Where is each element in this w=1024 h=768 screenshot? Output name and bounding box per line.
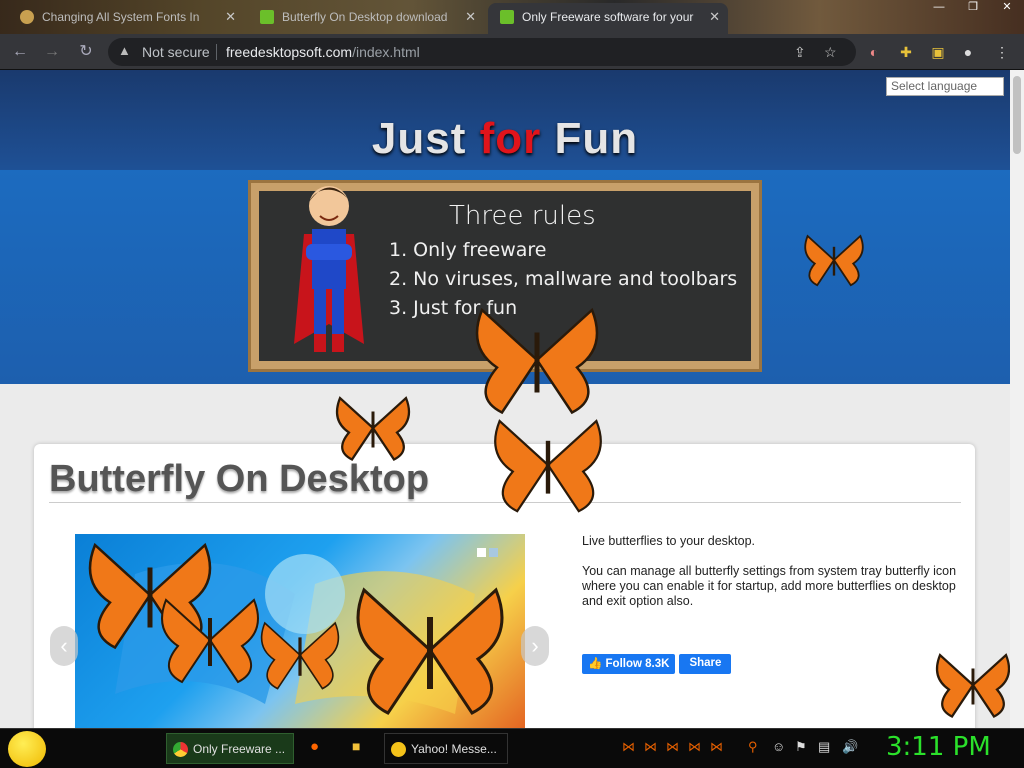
- facebook-buttons: 👍 Follow 8.3K Share: [582, 654, 732, 674]
- volume-icon[interactable]: 🔊: [842, 739, 858, 755]
- slide-dot[interactable]: [477, 548, 486, 557]
- address-bar[interactable]: ▲ Not secure freedesktopsoft.com/index.h…: [108, 38, 856, 66]
- product-description: Live butterflies to your desktop. You ca…: [582, 534, 962, 624]
- banner-title: Just for Fun: [0, 114, 1010, 164]
- menu-kebab-icon[interactable]: ⋮: [992, 42, 1012, 62]
- tab-butterfly-download[interactable]: Butterfly On Desktop download ✕: [248, 3, 484, 34]
- board-heading: Three rules: [449, 201, 596, 231]
- url-domain: freedesktopsoft.com: [226, 44, 353, 60]
- tab-strip: Changing All System Fonts In ✕ Butterfly…: [0, 0, 1024, 34]
- network-icon[interactable]: ▤: [818, 739, 830, 755]
- restore-icon[interactable]: ❐: [956, 0, 990, 16]
- slider-dots[interactable]: [477, 544, 501, 562]
- side-panel-icon[interactable]: ▣: [928, 42, 948, 62]
- start-button-smiley-icon[interactable]: [8, 731, 46, 767]
- tab-title: Only Freeware software for your: [522, 10, 694, 24]
- action-center-flag-icon[interactable]: ⚑: [795, 739, 807, 755]
- taskbar-item-yahoo[interactable]: Yahoo! Messe...: [384, 733, 508, 764]
- screenshot-slider[interactable]: [75, 534, 525, 728]
- page-scrollbar[interactable]: [1010, 70, 1024, 728]
- description-line: Live butterflies to your desktop.: [582, 534, 756, 548]
- back-arrow-icon[interactable]: ←: [10, 42, 30, 62]
- banner-title-part: Just: [371, 114, 480, 163]
- taskbar-item-label: Yahoo! Messe...: [411, 742, 497, 756]
- taskbar-item-label: Only Freeware ...: [193, 742, 286, 756]
- title-divider: [49, 502, 961, 503]
- superhero-mascot-icon: [294, 186, 364, 352]
- tab-title: Butterfly On Desktop download: [282, 10, 448, 24]
- close-tab-icon[interactable]: ✕: [225, 3, 236, 31]
- share-icon[interactable]: ⇪: [794, 44, 806, 61]
- facebook-follow-button[interactable]: 👍 Follow 8.3K: [582, 654, 676, 674]
- security-label[interactable]: Not secure: [142, 44, 210, 60]
- forward-arrow-icon[interactable]: →: [42, 42, 62, 62]
- download-favicon-icon: [260, 10, 274, 24]
- language-select[interactable]: Select language: [886, 77, 1004, 96]
- close-window-icon[interactable]: ✕: [990, 0, 1024, 16]
- web-page: Just for Fun Select language Three rules…: [0, 70, 1010, 728]
- messenger-tray-icon[interactable]: ☺: [772, 739, 785, 754]
- facebook-share-button[interactable]: Share: [679, 654, 732, 674]
- rule-item: 1. Only freeware: [389, 239, 547, 261]
- rule-item: 3. Just for fun: [389, 297, 518, 319]
- product-title: Butterfly On Desktop: [49, 458, 430, 500]
- profile-avatar-icon[interactable]: ●: [958, 42, 978, 62]
- chrome-icon: [173, 742, 188, 757]
- windows-wallpaper-icon: [115, 554, 475, 714]
- url-path: /index.html: [352, 44, 420, 60]
- warning-triangle-icon: ▲: [118, 43, 131, 58]
- tab-title: Changing All System Fonts In: [42, 10, 200, 24]
- tab-changing-fonts[interactable]: Changing All System Fonts In ✕: [8, 3, 244, 34]
- product-card: Butterfly On Desktop ‹ › Live butterflie…: [34, 444, 975, 728]
- butterfly-tray-icons[interactable]: ⋈⋈⋈⋈⋈: [622, 739, 732, 755]
- follow-count: 8.3K: [645, 658, 670, 670]
- slide-dot[interactable]: [489, 548, 498, 557]
- taskbar: Only Freeware ... ● ■ Yahoo! Messe... ⋈⋈…: [0, 728, 1024, 768]
- divider: [216, 44, 217, 60]
- firefox-icon[interactable]: ●: [310, 738, 319, 755]
- banner-title-accent: for: [479, 114, 542, 163]
- rule-item: 2. No viruses, mallware and toolbars: [389, 268, 738, 290]
- follow-label: Follow: [605, 658, 642, 670]
- url-text[interactable]: freedesktopsoft.com/index.html: [226, 44, 420, 60]
- description-paragraph: You can manage all butterfly settings fr…: [582, 564, 957, 608]
- window-controls: — ❐ ✕: [922, 0, 1024, 16]
- browser-toolbar: ← → ↻ ▲ Not secure freedesktopsoft.com/i…: [0, 34, 1024, 70]
- slider-next-button[interactable]: ›: [521, 626, 549, 666]
- scrollbar-thumb[interactable]: [1013, 76, 1021, 154]
- minimize-icon[interactable]: —: [922, 0, 956, 16]
- bookmark-star-icon[interactable]: ☆: [824, 44, 837, 61]
- folder-icon[interactable]: ■: [352, 738, 360, 754]
- tab-only-freeware[interactable]: Only Freeware software for your ✕: [488, 3, 728, 34]
- yahoo-messenger-icon: [391, 742, 406, 757]
- banner-title-part: Fun: [541, 114, 639, 163]
- clock[interactable]: 3:11 PM: [886, 732, 991, 762]
- header-banner: Just for Fun Select language Three rules…: [0, 70, 1010, 384]
- extensions-puzzle-icon[interactable]: ✚: [896, 42, 916, 62]
- site-favicon-icon: [20, 10, 34, 24]
- taskbar-item-chrome[interactable]: Only Freeware ...: [166, 733, 294, 764]
- reload-icon[interactable]: ↻: [76, 42, 96, 62]
- search-icon[interactable]: ⚲: [748, 739, 758, 755]
- close-tab-icon[interactable]: ✕: [709, 3, 720, 31]
- download-favicon-icon: [500, 10, 514, 24]
- close-tab-icon[interactable]: ✕: [465, 3, 476, 31]
- extension-flag-icon[interactable]: ◐: [864, 42, 884, 62]
- slider-prev-button[interactable]: ‹: [50, 626, 78, 666]
